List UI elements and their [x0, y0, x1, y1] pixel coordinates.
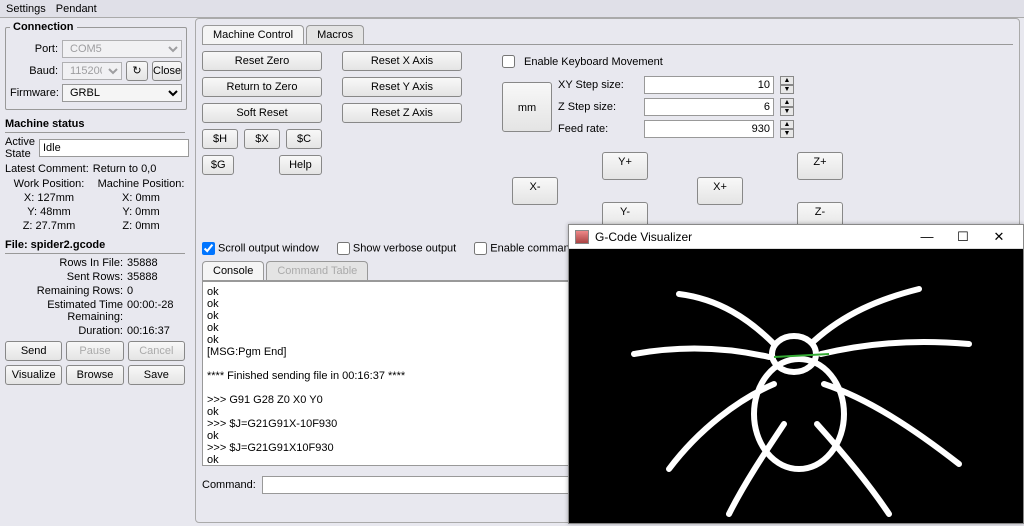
jog-y-plus[interactable]: Y+	[602, 152, 648, 180]
dollar-x-button[interactable]: $X	[244, 129, 280, 149]
jog-x-plus[interactable]: X+	[697, 177, 743, 205]
menu-settings[interactable]: Settings	[6, 3, 46, 15]
tab-macros[interactable]: Macros	[306, 25, 364, 44]
latest-comment-value: Return to 0,0	[93, 163, 157, 175]
duration-label: Duration:	[5, 325, 127, 337]
save-button[interactable]: Save	[128, 365, 185, 385]
tab-machine-control[interactable]: Machine Control	[202, 25, 304, 44]
z-step-up[interactable]: ▲	[780, 98, 794, 107]
java-icon	[575, 230, 589, 244]
dollar-h-button[interactable]: $H	[202, 129, 238, 149]
command-label: Command:	[202, 479, 256, 491]
firmware-label: Firmware:	[10, 87, 58, 99]
reset-x-axis-button[interactable]: Reset X Axis	[342, 51, 462, 71]
close-button[interactable]: Close	[152, 61, 182, 81]
jog-z-plus[interactable]: Z+	[797, 152, 843, 180]
machine-z: Z: 0mm	[97, 220, 185, 232]
dollar-c-button[interactable]: $C	[286, 129, 322, 149]
work-y: Y: 48mm	[5, 206, 93, 218]
active-state-value	[39, 139, 189, 157]
z-step-input[interactable]	[644, 98, 774, 116]
window-minimize-icon[interactable]: —	[909, 229, 945, 244]
verbose-output-checkbox[interactable]: Show verbose output	[337, 242, 456, 255]
z-step-down[interactable]: ▼	[780, 107, 794, 116]
machine-status-title: Machine status	[5, 116, 185, 133]
etr-value: 00:00:-28	[127, 299, 185, 323]
latest-comment-label: Latest Comment:	[5, 163, 89, 175]
feed-rate-label: Feed rate:	[558, 123, 638, 135]
menu-pendant[interactable]: Pendant	[56, 3, 97, 15]
feed-rate-input[interactable]	[644, 120, 774, 138]
machine-y: Y: 0mm	[97, 206, 185, 218]
enable-keyboard-label: Enable Keyboard Movement	[524, 56, 663, 68]
work-x: X: 127mm	[5, 192, 93, 204]
dollar-g-button[interactable]: $G	[202, 155, 234, 175]
rows-in-file-label: Rows In File:	[5, 257, 127, 269]
gcode-visualizer-window: G-Code Visualizer — ☐ ✕	[568, 224, 1024, 524]
port-label: Port:	[10, 43, 58, 55]
firmware-select[interactable]: GRBL	[62, 84, 182, 102]
z-step-label: Z Step size:	[558, 101, 638, 113]
enable-keyboard-checkbox[interactable]	[502, 55, 515, 68]
xy-step-down[interactable]: ▼	[780, 85, 794, 94]
work-position-header: Work Position:	[5, 178, 93, 190]
soft-reset-button[interactable]: Soft Reset	[202, 103, 322, 123]
return-to-zero-button[interactable]: Return to Zero	[202, 77, 322, 97]
remaining-rows-label: Remaining Rows:	[5, 285, 127, 297]
reset-zero-button[interactable]: Reset Zero	[202, 51, 322, 71]
tab-command-table[interactable]: Command Table	[266, 261, 368, 280]
work-z: Z: 27.7mm	[5, 220, 93, 232]
reset-z-axis-button[interactable]: Reset Z Axis	[342, 103, 462, 123]
window-maximize-icon[interactable]: ☐	[945, 229, 981, 245]
visualizer-canvas	[569, 249, 1023, 523]
baud-label: Baud:	[10, 65, 58, 77]
xy-step-input[interactable]	[644, 76, 774, 94]
sent-rows-value: 35888	[127, 271, 185, 283]
window-close-icon[interactable]: ✕	[981, 229, 1017, 245]
machine-x: X: 0mm	[97, 192, 185, 204]
feed-up[interactable]: ▲	[780, 120, 794, 129]
feed-down[interactable]: ▼	[780, 129, 794, 138]
sent-rows-label: Sent Rows:	[5, 271, 127, 283]
pause-button[interactable]: Pause	[66, 341, 123, 361]
remaining-rows-value: 0	[127, 285, 185, 297]
machine-position-header: Machine Position:	[97, 178, 185, 190]
reset-y-axis-button[interactable]: Reset Y Axis	[342, 77, 462, 97]
xy-step-up[interactable]: ▲	[780, 76, 794, 85]
visualizer-title: G-Code Visualizer	[595, 230, 909, 244]
refresh-icon[interactable]: ↻	[126, 61, 148, 81]
scroll-output-checkbox[interactable]: Scroll output window	[202, 242, 319, 255]
unit-mm-button[interactable]: mm	[502, 82, 552, 132]
tab-console[interactable]: Console	[202, 261, 264, 280]
file-title: File: spider2.gcode	[5, 237, 185, 254]
duration-value: 00:16:37	[127, 325, 185, 337]
send-button[interactable]: Send	[5, 341, 62, 361]
visualize-button[interactable]: Visualize	[5, 365, 62, 385]
port-select[interactable]: COM5	[62, 40, 182, 58]
etr-label: Estimated Time Remaining:	[5, 299, 127, 323]
active-state-label: Active State	[5, 136, 35, 160]
jog-x-minus[interactable]: X-	[512, 177, 558, 205]
rows-in-file-value: 35888	[127, 257, 185, 269]
connection-panel: Connection Port: COM5 Baud: 115200 ↻ Clo…	[5, 21, 187, 110]
help-button[interactable]: Help	[279, 155, 322, 175]
cancel-button[interactable]: Cancel	[128, 341, 185, 361]
xy-step-label: XY Step size:	[558, 79, 638, 91]
browse-button[interactable]: Browse	[66, 365, 123, 385]
baud-select[interactable]: 115200	[62, 62, 122, 80]
connection-title: Connection	[10, 21, 77, 33]
